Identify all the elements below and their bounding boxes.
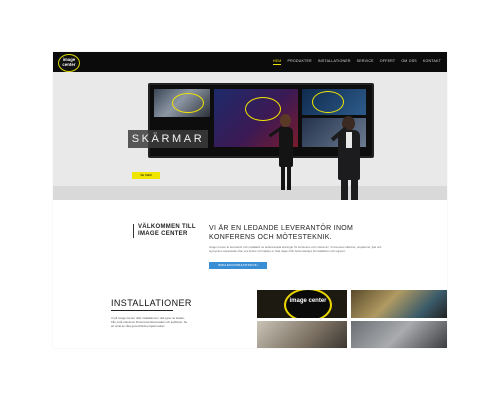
hero-floor	[53, 186, 447, 200]
installations-title: INSTALLATIONER	[111, 298, 192, 308]
book-consultation-button[interactable]: BOKA EN KONSULTATION NU	[209, 262, 267, 269]
woman-figure-leg	[287, 166, 291, 190]
woman-figure	[279, 127, 293, 167]
main-nav: HEM PRODUKTER INSTALLATIONER SERVICE OFF…	[272, 59, 441, 65]
image-center-logo[interactable]: image center	[58, 54, 80, 72]
hero-banner: SKÄRMAR SE MER	[53, 72, 447, 200]
welcome-section: VÄLKOMMEN TILL IMAGE CENTER VI ÄR EN LED…	[53, 200, 447, 290]
installations-section: INSTALLATIONER Vi på Image Center utför …	[53, 290, 447, 348]
hero-title: SKÄRMAR	[128, 130, 208, 148]
nav-item-installationer[interactable]: INSTALLATIONER	[318, 59, 351, 65]
highlight-ring	[312, 91, 344, 113]
installations-paragraph: Vi på Image Center utför installationer …	[111, 316, 188, 328]
nav-item-om-oss[interactable]: OM OSS	[401, 59, 417, 65]
highlight-ring	[172, 93, 204, 113]
image-center-logo: image center	[284, 290, 332, 318]
installation-photo-room[interactable]	[257, 321, 347, 348]
nav-item-produkter[interactable]: PRODUKTER	[287, 59, 311, 65]
website-page: image center HEM PRODUKTER INSTALLATIONE…	[53, 52, 447, 348]
installation-photo-logo-wall[interactable]: image center	[257, 290, 347, 318]
man-figure-leg	[351, 178, 358, 200]
badge-text: image center	[289, 298, 327, 304]
top-navigation-bar: image center HEM PRODUKTER INSTALLATIONE…	[53, 52, 447, 72]
highlight-ring	[245, 97, 281, 121]
installation-photo-screen[interactable]	[351, 321, 447, 348]
man-figure-shirt	[346, 132, 352, 148]
installations-divider	[111, 310, 173, 311]
hero-see-more-button[interactable]: SE MER	[132, 172, 160, 179]
nav-item-kontakt[interactable]: KONTAKT	[423, 59, 441, 65]
man-figure-leg	[341, 178, 348, 200]
nav-item-offert[interactable]: OFFERT	[380, 59, 396, 65]
logo-text: image center	[62, 57, 76, 67]
lead-paragraph: Image Center är leverantör och installat…	[209, 245, 382, 253]
woman-figure-leg	[281, 166, 285, 190]
welcome-title: VÄLKOMMEN TILL IMAGE CENTER	[133, 224, 200, 238]
nav-item-hem[interactable]: HEM	[272, 59, 282, 65]
nav-item-service[interactable]: SERVICE	[357, 59, 374, 65]
installation-photo-display[interactable]	[351, 290, 447, 318]
lead-heading: VI ÄR EN LEDANDE LEVERANTÖR INOM KONFERE…	[209, 225, 354, 241]
